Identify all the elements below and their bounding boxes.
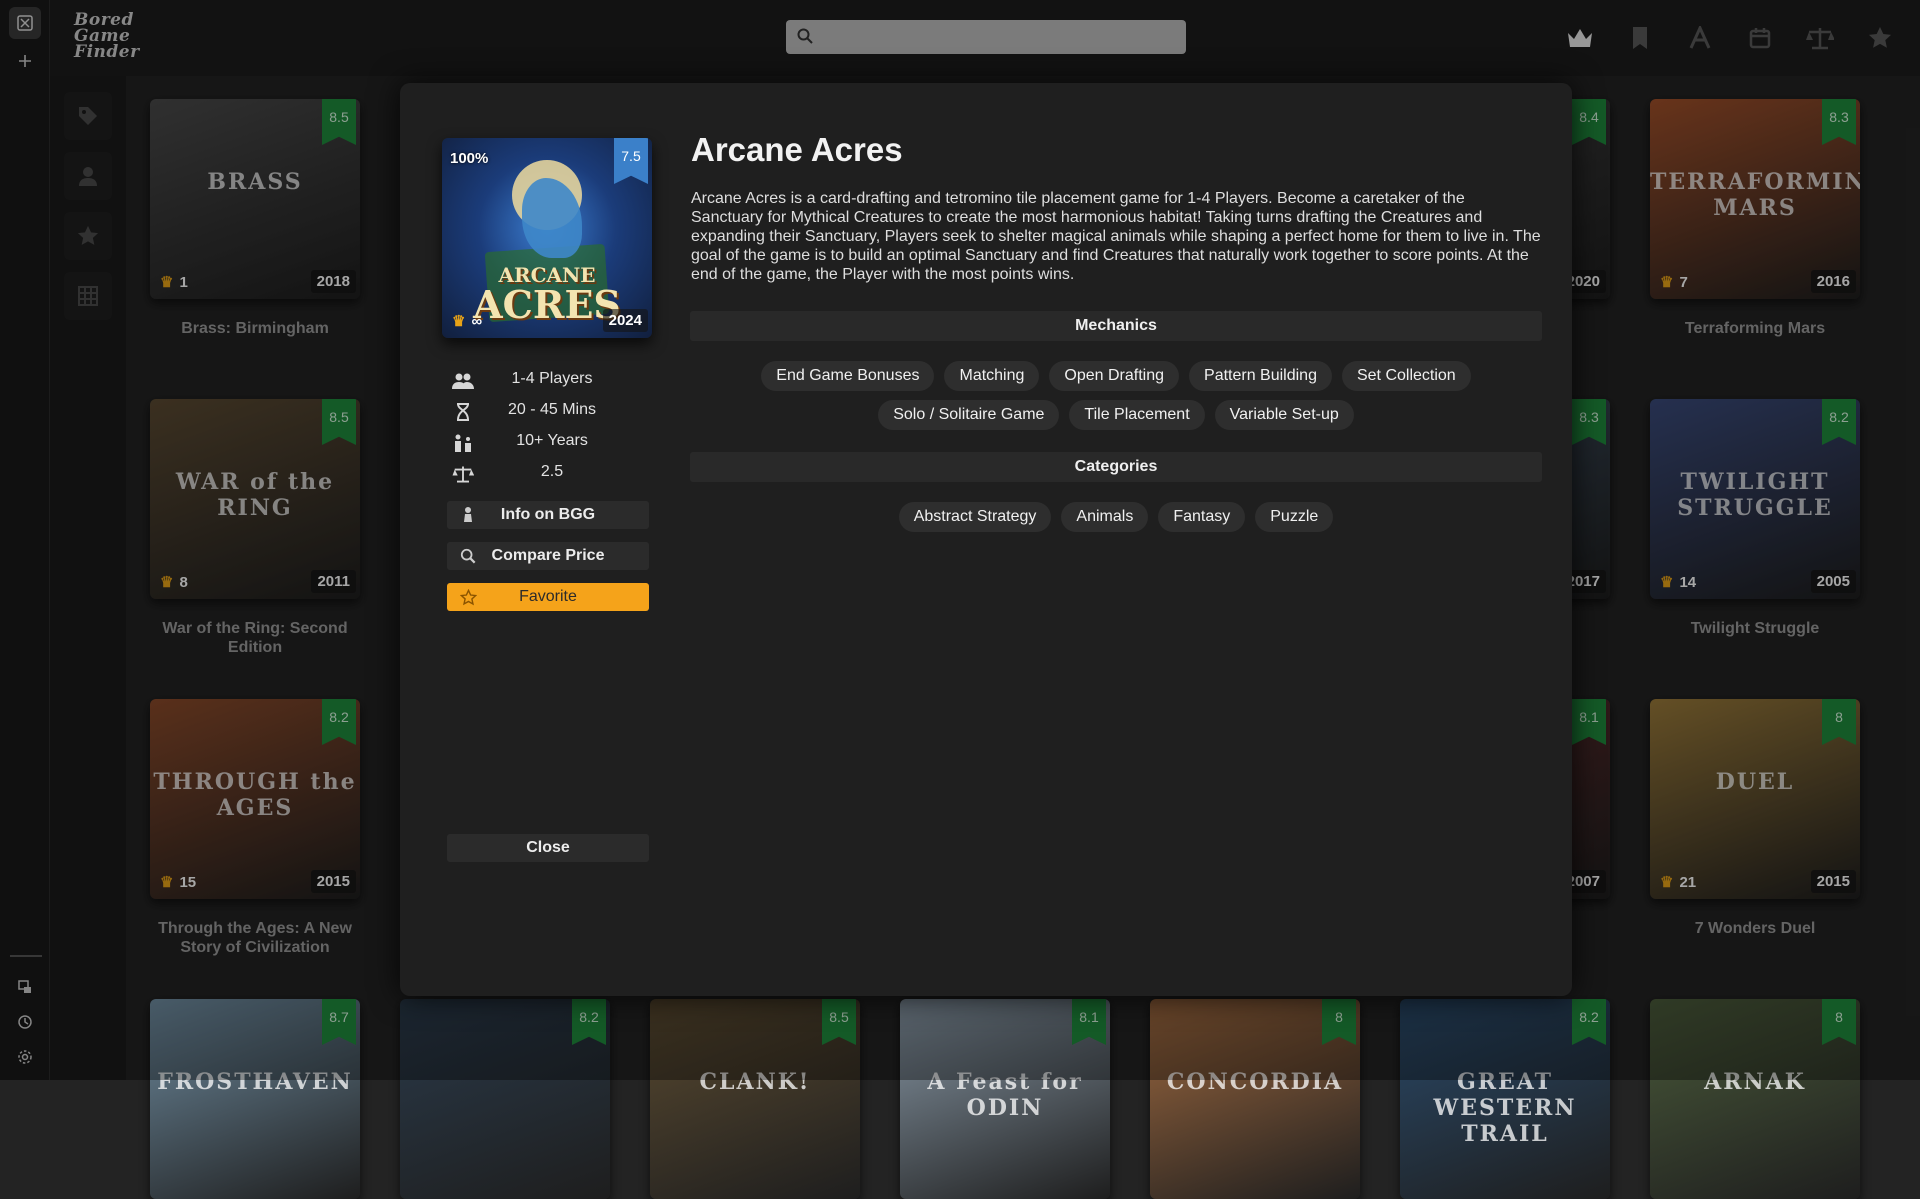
compare-price-button[interactable]: Compare Price xyxy=(447,542,649,570)
game-description: Arcane Acres is a card-drafting and tetr… xyxy=(691,190,1541,283)
categories-row: Abstract Strategy Animals Fantasy Puzzle xyxy=(690,502,1542,532)
tag-chip[interactable]: Animals xyxy=(1061,502,1149,532)
age-value: 10+ Years xyxy=(516,432,588,449)
categories-heading: Categories xyxy=(690,452,1542,482)
bgg-pawn-icon xyxy=(459,506,477,524)
star-outline-icon xyxy=(459,588,477,606)
tag-chip[interactable]: Puzzle xyxy=(1255,502,1334,532)
compare-button-label: Compare Price xyxy=(491,547,605,564)
bgg-button-label: Info on BGG xyxy=(500,506,596,523)
playtime-value: 20 - 45 Mins xyxy=(507,401,597,418)
close-button[interactable]: Close xyxy=(447,834,649,862)
tag-chip[interactable]: Abstract Strategy xyxy=(898,502,1052,532)
cover-art-text: GREAT WESTERN TRAIL xyxy=(1433,1069,1577,1147)
tag-chip[interactable]: Fantasy xyxy=(1158,502,1246,532)
match-percent: 100% xyxy=(450,150,489,167)
tag-chip[interactable]: Tile Placement xyxy=(1069,400,1205,430)
rank-value: ∞ xyxy=(471,313,483,330)
game-title: Arcane Acres xyxy=(691,131,903,168)
age-stat: 10+ Years xyxy=(452,432,652,456)
tag-chip[interactable]: Variable Set-up xyxy=(1214,400,1354,430)
crown-icon: ♛ xyxy=(452,313,466,330)
mechanics-heading: Mechanics xyxy=(690,311,1542,341)
weight-stat: 2.5 xyxy=(452,463,652,487)
info-on-bgg-button[interactable]: Info on BGG xyxy=(447,501,649,529)
weight-value: 2.5 xyxy=(540,463,564,480)
favorite-button-label: Favorite xyxy=(519,588,577,605)
tag-chip[interactable]: Solo / Solitaire Game xyxy=(878,400,1060,430)
favorite-button[interactable]: Favorite xyxy=(447,583,649,611)
players-icon xyxy=(452,372,474,392)
close-button-label: Close xyxy=(526,839,570,856)
tag-chip[interactable]: End Game Bonuses xyxy=(761,361,935,391)
playtime-stat: 20 - 45 Mins xyxy=(452,401,652,425)
tag-chip[interactable]: Open Drafting xyxy=(1049,361,1180,391)
age-people-icon xyxy=(452,434,474,454)
tag-chip[interactable]: Set Collection xyxy=(1341,361,1471,391)
search-dollar-icon xyxy=(459,547,477,565)
game-cover-image: ARCANE ACRES 100% 7.5 ♛ ∞ 2024 xyxy=(442,138,652,338)
players-value: 1-4 Players xyxy=(511,370,593,387)
mechanics-row: End Game Bonuses Matching Open Drafting Pat… xyxy=(690,361,1542,391)
year-badge: 2024 xyxy=(602,309,648,332)
players-stat: 1-4 Players xyxy=(452,370,652,394)
hourglass-icon xyxy=(452,403,474,423)
mechanics-row: Solo / Solitaire Game Tile Placement Varia… xyxy=(690,400,1542,430)
game-detail-modal: ARCANE ACRES 100% 7.5 ♛ ∞ 2024 1-4 Player… xyxy=(400,83,1572,996)
tag-chip[interactable]: Matching xyxy=(944,361,1040,391)
rank-badge: ♛ ∞ xyxy=(452,312,482,330)
weight-scale-icon xyxy=(452,465,474,485)
tag-chip[interactable]: Pattern Building xyxy=(1189,361,1332,391)
rating-ribbon: 7.5 xyxy=(614,138,648,184)
